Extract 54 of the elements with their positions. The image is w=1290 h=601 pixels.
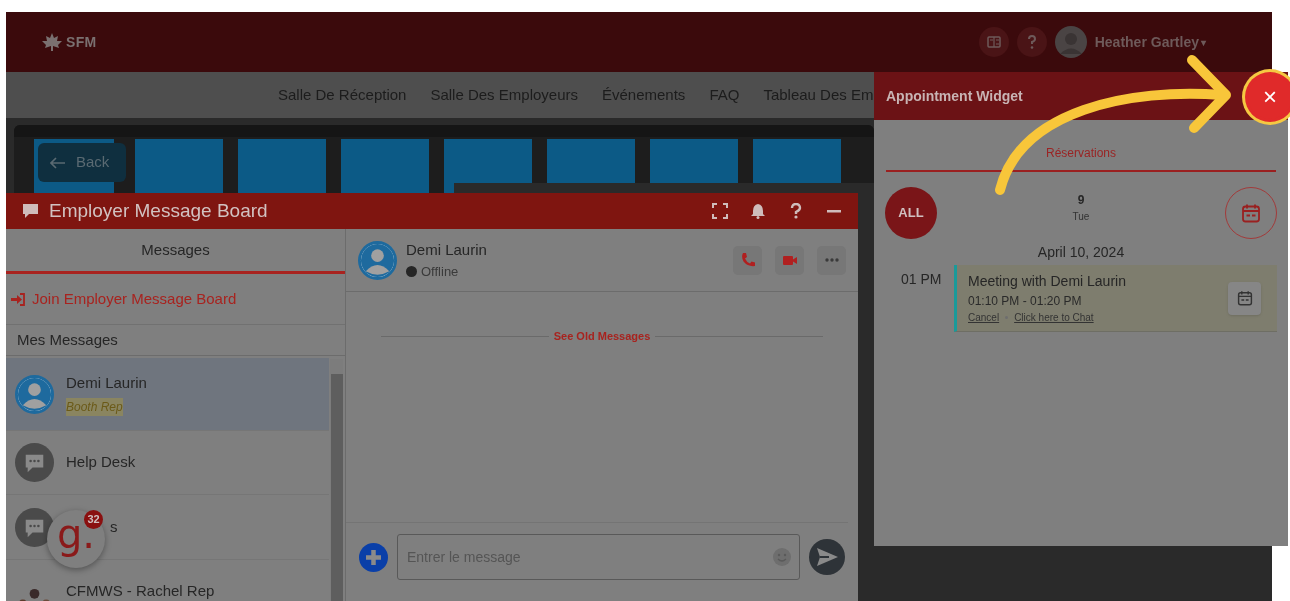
phone-icon [739,252,756,268]
appointment-link[interactable]: Cancel [968,310,1000,325]
send-icon[interactable] [809,539,845,575]
role-tag: Booth Rep [66,398,123,417]
appointment-link[interactable]: Click here to Chat [1014,310,1094,325]
video-camera-button[interactable] [775,245,804,275]
appointment-title: Meeting with Demi Laurin [968,272,1127,291]
back-button[interactable]: Back [38,143,126,182]
fullscreen-icon[interactable] [712,203,728,219]
help-icon [1026,35,1037,49]
conversation-item[interactable]: Help Desk [6,431,329,495]
old-messages-link[interactable]: See Old Messages [553,328,651,345]
contact-name: s [110,516,118,537]
translate-icon [986,35,1001,49]
person-avatar-icon [15,374,54,414]
panel-title: Employer Message Board [49,198,268,223]
add-icon[interactable] [359,543,388,572]
conversation-item[interactable]: Demi Laurin Booth Rep [6,358,329,431]
sign-in-icon [11,292,26,306]
section-heading: Mes Messages [6,325,345,356]
arrow-left-icon [50,156,66,169]
logo-text: SFM [66,32,97,52]
date-heading: April 10, 2024 [1036,243,1126,262]
add-to-calendar-button[interactable] [1228,281,1261,315]
more-button[interactable] [817,245,846,275]
bell-icon[interactable] [750,203,766,219]
emoji-icon[interactable] [773,548,791,566]
help-icon[interactable] [788,203,804,219]
help-button[interactable] [1016,27,1047,57]
calendar-icon [1236,290,1253,306]
join-link[interactable]: Join Employer Message Board [11,287,237,311]
widget-title: Appointment Widget [886,86,1023,106]
user-menu[interactable]: Heather Gartley▾ [1094,31,1206,53]
person-avatar-icon [358,240,397,280]
contact-name: CFMWS - Rachel Rep [66,581,215,601]
contact-name: Demi Laurin [66,372,147,393]
day-number: 9 [1077,191,1085,209]
weekday: Tue [1072,209,1090,224]
translate-button[interactable] [978,27,1009,57]
contact-name: Demi Laurin [406,240,487,260]
contact-name: Help Desk [66,452,136,473]
time-label: 01 PM [901,270,943,289]
messages-tab[interactable]: Messages [6,229,345,274]
phone-button[interactable] [733,245,762,275]
appointment-time: 01:10 PM - 01:20 PM [968,293,1083,310]
avatar-icon [1054,26,1087,58]
chat-icon [22,203,39,219]
chat-avatar-icon [15,443,54,482]
calendar-icon [1241,203,1261,223]
chat-avatar-icon [15,507,54,547]
all-button[interactable]: ALL [885,187,937,239]
status-text: Offline [421,262,459,281]
maple-leaf-icon [42,33,62,51]
reservations-tab[interactable]: Réservations [886,136,1276,172]
